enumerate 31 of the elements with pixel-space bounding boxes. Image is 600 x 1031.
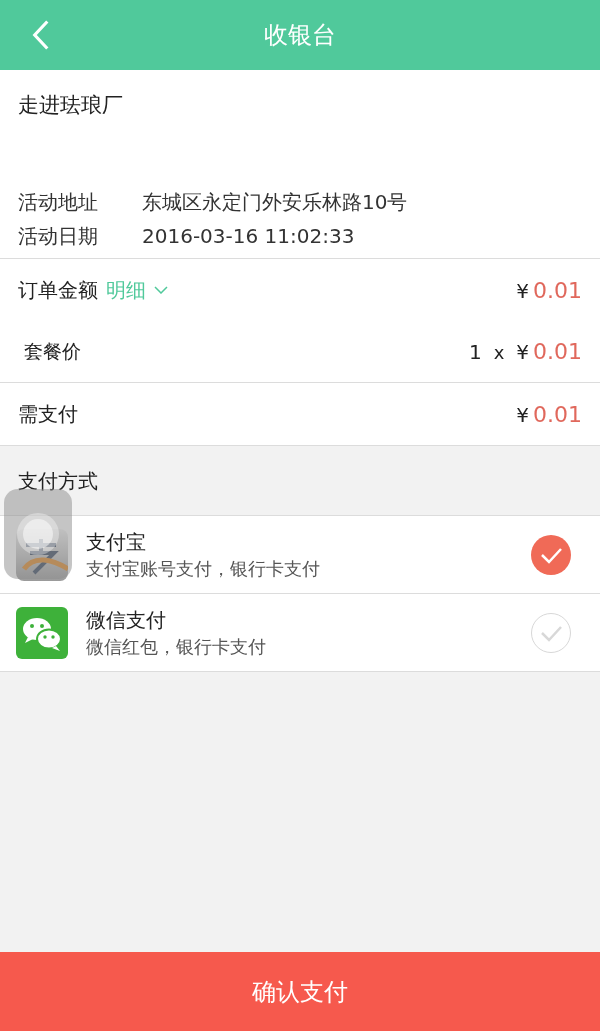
currency-sign: ¥ [516, 401, 529, 429]
currency-sign: ¥ [516, 277, 529, 305]
item-quantity: 1 [468, 339, 482, 366]
payment-description: 支付宝账号支付，银行卡支付 [86, 556, 321, 581]
payment-method-heading: 支付方式 [18, 467, 98, 495]
event-title: 走进珐琅厂 [18, 92, 124, 119]
checked-circle-icon[interactable] [530, 533, 572, 576]
chevron-down-icon [154, 286, 168, 294]
wechat-logo-icon [16, 606, 68, 659]
field-label: 活动日期 [18, 223, 99, 250]
alipay-logo-icon [16, 528, 68, 581]
payable-label: 需支付 [18, 401, 78, 428]
payment-name: 微信支付 [86, 606, 167, 634]
multiply-sign: x [493, 341, 505, 365]
price-amount: 0.01 [533, 338, 582, 366]
price-amount: 0.01 [533, 276, 582, 305]
unchecked-circle-icon[interactable] [530, 611, 572, 654]
currency-sign: ¥ [516, 339, 529, 366]
assistive-touch-button[interactable] [4, 489, 72, 579]
circle-icon [15, 511, 61, 557]
payment-description: 微信红包，银行卡支付 [86, 634, 267, 659]
page-title: 收银台 [264, 20, 336, 51]
payment-option[interactable]: 支付宝 支付宝账号支付，银行卡支付 [0, 516, 600, 593]
payment-option[interactable]: 微信支付 微信红包，银行卡支付 [0, 594, 600, 671]
payment-name: 支付宝 [86, 528, 147, 556]
item-name: 套餐价 [24, 339, 81, 365]
order-amount-label: 订单金额 [18, 277, 98, 304]
field-value: 东城区永定门外安乐林路10号 [142, 189, 408, 216]
field-label: 活动地址 [18, 189, 99, 216]
field-value: 2016-03-16 11:02:33 [142, 223, 355, 250]
price-amount: 0.01 [533, 400, 582, 429]
